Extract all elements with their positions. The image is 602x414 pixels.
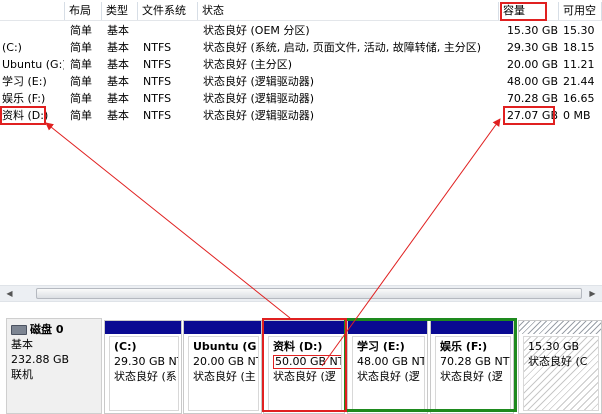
- disk-info-panel[interactable]: 磁盘 0 基本 232.88 GB 联机: [6, 318, 102, 414]
- extended-partition-outline: [344, 318, 517, 412]
- volume-layout: 简单: [70, 92, 92, 105]
- volume-row-ubuntu[interactable]: Ubuntu (G:) 简单 基本 NTFS 状态良好 (主分区) 20.00 …: [0, 56, 602, 73]
- volume-status: 状态良好 (主分区): [203, 58, 293, 71]
- col-header-volume[interactable]: [0, 2, 65, 20]
- volume-layout: 简单: [70, 109, 92, 122]
- volume-list: 布局 类型 文件系统 状态 容量 可用空 简单 基本 状态良好 (OEM 分区)…: [0, 0, 602, 285]
- col-header-filesystem[interactable]: 文件系统: [138, 2, 198, 20]
- disk-name: 磁盘 0: [30, 323, 64, 336]
- volume-status: 状态良好 (系统, 启动, 页面文件, 活动, 故障转储, 主分区): [203, 41, 482, 54]
- col-header-layout[interactable]: 布局: [65, 2, 102, 20]
- scroll-right-icon[interactable]: ▶: [585, 287, 600, 301]
- partition-ubuntu[interactable]: Ubuntu (G 20.00 GB NT 状态良好 (主: [183, 320, 262, 414]
- partition-status: 状态良好 (主: [193, 370, 256, 383]
- disk-size: 232.88 GB: [11, 353, 70, 366]
- partition-status: 状态良好 (系: [114, 370, 177, 383]
- volume-row-c[interactable]: (C:) 简单 基本 NTFS 状态良好 (系统, 启动, 页面文件, 活动, …: [0, 39, 602, 56]
- volume-fs: NTFS: [143, 41, 172, 54]
- volume-type: 基本: [107, 75, 129, 88]
- scrollbar-thumb[interactable]: [36, 288, 582, 299]
- disk-icon: [11, 325, 27, 335]
- volume-free: 15.30: [563, 24, 595, 37]
- volume-free: 21.44: [563, 75, 595, 88]
- volume-free: 11.21: [563, 58, 595, 71]
- volume-capacity: 70.28 GB: [506, 92, 558, 105]
- volume-type: 基本: [107, 109, 129, 122]
- volume-type: 基本: [107, 92, 129, 105]
- volume-layout: 简单: [70, 75, 92, 88]
- highlight-partition-d: [262, 318, 347, 412]
- volume-type: 基本: [107, 24, 129, 37]
- volume-fs: NTFS: [143, 109, 172, 122]
- volume-capacity: 15.30 GB: [506, 24, 558, 37]
- partition-status: 状态良好 (C: [528, 355, 588, 368]
- horizontal-scrollbar[interactable]: ◀ ▶: [0, 285, 602, 302]
- disk-state: 联机: [11, 368, 33, 381]
- partition-bar: [105, 321, 181, 334]
- volume-status: 状态良好 (逻辑驱动器): [203, 75, 315, 88]
- partition-bar: [519, 321, 601, 334]
- volume-row-f[interactable]: 娱乐 (F:) 简单 基本 NTFS 状态良好 (逻辑驱动器) 70.28 GB…: [0, 90, 602, 107]
- volume-status: 状态良好 (逻辑驱动器): [203, 92, 315, 105]
- volume-free: 16.65: [563, 92, 595, 105]
- volume-fs: NTFS: [143, 58, 172, 71]
- volume-capacity: 29.30 GB: [506, 41, 558, 54]
- partition-c[interactable]: (C:) 29.30 GB NT 状态良好 (系: [104, 320, 182, 414]
- highlight-volume-d: [0, 106, 46, 125]
- volume-name: (C:): [2, 41, 22, 54]
- disk-type: 基本: [11, 338, 33, 351]
- partition-bar: [184, 321, 261, 334]
- volume-status: 状态良好 (逻辑驱动器): [203, 109, 315, 122]
- highlight-capacity-d: [503, 106, 555, 125]
- volume-free: 18.15: [563, 41, 595, 54]
- partition-size: 29.30 GB NT: [114, 355, 179, 368]
- partition-name: (C:): [114, 340, 137, 353]
- volume-fs: NTFS: [143, 75, 172, 88]
- highlight-capacity-header: [500, 2, 547, 21]
- volume-row-e[interactable]: 学习 (E:) 简单 基本 NTFS 状态良好 (逻辑驱动器) 48.00 GB…: [0, 73, 602, 90]
- volume-type: 基本: [107, 41, 129, 54]
- volume-row-oem[interactable]: 简单 基本 状态良好 (OEM 分区) 15.30 GB 15.30: [0, 22, 602, 39]
- volume-layout: 简单: [70, 24, 92, 37]
- partition-size: 20.00 GB NT: [193, 355, 259, 368]
- volume-free: 0 MB: [563, 109, 591, 122]
- volume-layout: 简单: [70, 58, 92, 71]
- volume-name: [2, 22, 64, 39]
- partition-name: Ubuntu (G: [193, 340, 257, 353]
- volume-layout: 简单: [70, 41, 92, 54]
- volume-type: 基本: [107, 58, 129, 71]
- volume-capacity: 20.00 GB: [506, 58, 558, 71]
- volume-fs: NTFS: [143, 92, 172, 105]
- volume-status: 状态良好 (OEM 分区): [203, 24, 310, 37]
- col-header-free[interactable]: 可用空: [559, 2, 602, 20]
- partition-oem[interactable]: 15.30 GB 状态良好 (C: [518, 320, 602, 414]
- volume-name: 学习 (E:): [2, 75, 47, 88]
- partition-size: 15.30 GB: [528, 340, 580, 353]
- volume-name: Ubuntu (G:): [2, 58, 64, 71]
- scroll-left-icon[interactable]: ◀: [2, 287, 17, 301]
- col-header-status[interactable]: 状态: [198, 2, 499, 20]
- volume-capacity: 48.00 GB: [506, 75, 558, 88]
- volume-fs: [143, 22, 198, 39]
- col-header-type[interactable]: 类型: [102, 2, 138, 20]
- volume-name: 娱乐 (F:): [2, 92, 46, 105]
